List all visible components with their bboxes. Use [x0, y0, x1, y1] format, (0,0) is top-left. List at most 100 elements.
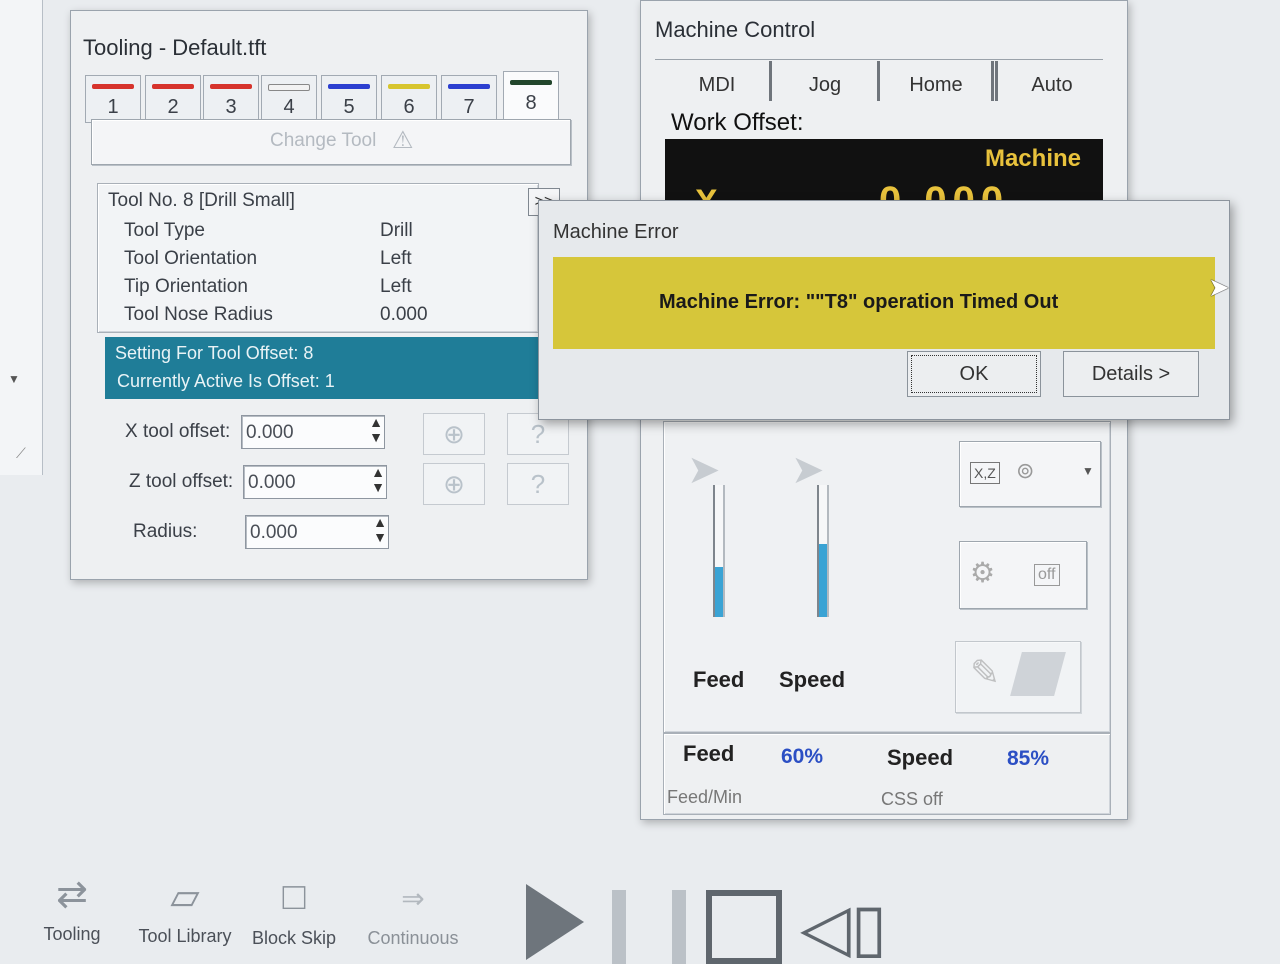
- tooling-window: Tooling - Default.tft 1 2 3 4 5 6 7 8 Change To…: [70, 10, 588, 580]
- chevron-down-icon: ▼: [1082, 464, 1094, 478]
- tool-tab-6[interactable]: 6: [381, 75, 437, 123]
- tool-tab-7[interactable]: 7: [441, 75, 497, 123]
- tool-color-bar: [268, 84, 310, 91]
- tool-color-bar: [510, 80, 552, 85]
- tooling-button[interactable]: ⇄ Tooling: [14, 872, 130, 945]
- error-message: Machine Error: ""T8" operation Timed Out: [659, 291, 1059, 313]
- tab-mdi[interactable]: MDI: [665, 61, 772, 101]
- machine-error-dialog: Machine Error Machine Error: ""T8" opera…: [538, 200, 1230, 420]
- tooling-window-title: Tooling - Default.tft: [83, 35, 267, 60]
- x-axis-label: X: [695, 183, 718, 201]
- stop-icon[interactable]: [706, 890, 782, 964]
- tab-home[interactable]: Home: [881, 61, 994, 101]
- warning-icon: ⚠: [392, 127, 414, 154]
- speed-slider-label: Speed: [779, 667, 846, 692]
- mouse-cursor-icon: ➤: [1208, 272, 1230, 302]
- tool-tab-number: 6: [403, 96, 415, 118]
- coolant-off-label: off: [1034, 564, 1060, 586]
- setting-offset-text: Setting For Tool Offset: 8: [115, 343, 314, 363]
- feed-slider[interactable]: [713, 485, 725, 617]
- tab-jog[interactable]: Jog: [773, 61, 880, 101]
- continuous-button[interactable]: ⇒ Continuous: [360, 882, 466, 949]
- tool-color-bar: [448, 84, 490, 89]
- feed-slider-label: Feed: [693, 667, 745, 692]
- tool-prop-value: 0.000: [380, 304, 428, 325]
- machine-control-title: Machine Control: [655, 17, 816, 42]
- tool-library-icon: ▱: [170, 876, 200, 918]
- resize-grip-icon[interactable]: ⟋: [16, 445, 26, 462]
- tool-info-panel: Tool No. 8 [Drill Small] >> Tool TypeDri…: [97, 183, 560, 333]
- tool-tab-8[interactable]: 8: [503, 71, 559, 123]
- tool-tab-number: 8: [525, 92, 537, 114]
- offset-label: X tool offset:: [125, 421, 231, 442]
- feed-hold-icon[interactable]: [612, 890, 686, 964]
- continuous-icon: ⇒: [401, 883, 425, 914]
- offset-label: Radius:: [133, 521, 198, 542]
- tool-prop-label: Tool Nose Radius: [124, 304, 273, 325]
- speed-override-value: 85%: [1007, 747, 1050, 770]
- coolant-toggle-button[interactable]: ⚙ off: [959, 541, 1087, 609]
- change-tool-label: Change Tool: [270, 130, 377, 151]
- offset-input[interactable]: 0.000: [241, 415, 385, 449]
- dropdown-arrow-icon[interactable]: ▼: [8, 372, 20, 386]
- measure-help-icon[interactable]: ?: [507, 463, 569, 505]
- dialog-title: Machine Error: [553, 221, 679, 243]
- tool-tab-5[interactable]: 5: [321, 75, 377, 123]
- speed-slider[interactable]: [817, 485, 829, 617]
- tool-library-button[interactable]: ▱ Tool Library: [132, 874, 238, 947]
- tool-tab-2[interactable]: 2: [145, 75, 201, 123]
- change-tool-button[interactable]: Change Tool ⚠: [91, 119, 571, 165]
- position-display: Machine X 0.000: [665, 139, 1103, 201]
- work-offset-label: Work Offset:: [671, 109, 804, 136]
- spinner-arrows-icon[interactable]: ▲ ▼: [369, 515, 391, 549]
- tool-tab-number: 1: [107, 96, 119, 118]
- offset-input[interactable]: 0.000: [245, 515, 389, 549]
- tool-tab-number: 3: [225, 96, 237, 118]
- ok-button[interactable]: OK: [907, 351, 1041, 397]
- active-offset-text: Currently Active Is Offset: 1: [117, 371, 335, 391]
- tool-color-bar: [92, 84, 134, 89]
- touch-off-icon[interactable]: ⊕: [423, 413, 485, 455]
- tool-prop-label: Tool Orientation: [124, 248, 258, 269]
- layer-icon: [1010, 652, 1066, 696]
- rewind-icon[interactable]: ◁▯: [800, 890, 887, 964]
- css-status-label: CSS off: [881, 789, 943, 809]
- tool-prop-label: Tip Orientation: [124, 276, 248, 297]
- spinner-arrows-icon[interactable]: ▲ ▼: [365, 415, 387, 449]
- x-axis-value: 0.000: [879, 179, 1010, 201]
- offset-input[interactable]: 0.000: [243, 465, 387, 499]
- coordinate-icon: ⊚: [1016, 458, 1035, 483]
- tool-tab-1[interactable]: 1: [85, 75, 141, 123]
- tool-color-bar: [152, 84, 194, 89]
- tool-prop-value: Drill: [380, 220, 413, 241]
- tool-prop-value: Left: [380, 248, 412, 269]
- feed-override-label: Feed: [683, 741, 735, 766]
- offset-label: Z tool offset:: [129, 471, 234, 492]
- tab-auto[interactable]: Auto: [995, 61, 1106, 101]
- spinner-arrows-icon[interactable]: ▲ ▼: [367, 465, 389, 499]
- touch-off-icon[interactable]: ⊕: [423, 463, 485, 505]
- tool-tab-number: 4: [283, 96, 295, 118]
- cycle-start-icon[interactable]: [526, 884, 584, 960]
- offset-setting-banner: Setting For Tool Offset: 8 Currently Act…: [105, 337, 575, 399]
- feed-override-value: 60%: [781, 745, 824, 768]
- tool-prop-label: Tool Type: [124, 220, 205, 241]
- left-panel: ▼ ⟋: [0, 0, 43, 475]
- tool-tab-4[interactable]: 4: [261, 75, 317, 123]
- block-skip-button[interactable]: □ Block Skip: [244, 876, 344, 949]
- tool-color-bar: [210, 84, 252, 89]
- tool-color-bar: [328, 84, 370, 89]
- speed-override-label: Speed: [887, 745, 954, 770]
- block-skip-icon: □: [282, 876, 306, 918]
- feed-units-label: Feed/Min: [667, 787, 743, 807]
- coolant-icon: ⚙: [970, 557, 996, 588]
- tooling-icon: ⇄: [56, 874, 88, 916]
- xz-label: X,Z: [970, 462, 1000, 484]
- graphics-button[interactable]: ✎: [955, 641, 1081, 713]
- details-button[interactable]: Details >: [1063, 351, 1199, 397]
- tool-tab-3[interactable]: 3: [203, 75, 259, 123]
- feed-slider-fill: [715, 566, 723, 617]
- xz-plane-button[interactable]: X,Z ⊚ ▼: [959, 441, 1101, 507]
- error-message-banner: Machine Error: ""T8" operation Timed Out: [553, 257, 1215, 349]
- tool-prop-value: Left: [380, 276, 412, 297]
